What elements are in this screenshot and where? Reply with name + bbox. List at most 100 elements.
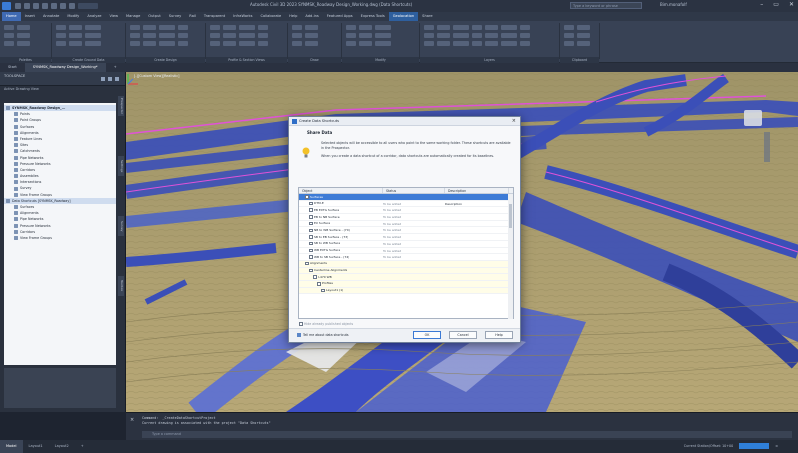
grid-cell-description[interactable] — [445, 254, 505, 260]
ribbon-tool-button[interactable] — [223, 25, 236, 30]
save-as-icon[interactable] — [42, 3, 48, 9]
ribbon-tool-button[interactable] — [4, 25, 14, 30]
add-layout-button[interactable]: + — [75, 440, 90, 453]
ribbon-tool-button[interactable] — [178, 41, 188, 46]
minimize-button[interactable]: – — [760, 1, 763, 8]
grid-row[interactable]: WB EXTG Surface To be added — [299, 248, 513, 255]
ribbon-tool-button[interactable] — [577, 41, 590, 46]
row-checkbox[interactable] — [305, 261, 309, 266]
layout-tab-layout1[interactable]: Layout1 — [23, 440, 49, 453]
toolspace-view-selector[interactable]: Active Drawing View — [0, 86, 125, 92]
ribbon-tool-button[interactable] — [17, 33, 30, 38]
ribbon-tool-button[interactable] — [564, 25, 574, 30]
row-checkbox[interactable] — [317, 282, 321, 286]
grid-cell-description[interactable] — [445, 248, 505, 254]
new-icon[interactable] — [15, 3, 21, 9]
ribbon-tool-button[interactable] — [485, 33, 498, 38]
row-checkbox[interactable] — [309, 255, 313, 259]
ribbon-tool-button[interactable] — [4, 33, 14, 38]
ribbon-tool-button[interactable] — [69, 33, 82, 38]
user-name[interactable]: Bim.monafolf — [660, 2, 687, 7]
undo-icon[interactable] — [60, 3, 66, 9]
ribbon-tool-button[interactable] — [223, 41, 236, 46]
grid-row[interactable]: Centerline Alignments — [299, 267, 513, 275]
layout-tab-model[interactable]: Model — [0, 440, 23, 453]
tree-item-view-frame-groups[interactable]: View Frame Groups — [4, 235, 116, 241]
ribbon-tool-button[interactable] — [258, 33, 268, 38]
ribbon-tool-button[interactable] — [239, 41, 255, 46]
ribbon-tool-button[interactable] — [520, 33, 530, 38]
tab-rail[interactable]: Rail — [185, 12, 200, 21]
grid-row[interactable]: SB to WB Surface To be added — [299, 241, 513, 248]
tab-express-tools[interactable]: Express Tools — [357, 12, 389, 21]
tab-modify[interactable]: Modify — [63, 12, 83, 21]
ribbon-tool-button[interactable] — [159, 33, 175, 38]
row-checkbox[interactable] — [309, 235, 313, 239]
grid-cell-description[interactable] — [445, 207, 505, 213]
ribbon-tool-button[interactable] — [501, 41, 517, 46]
tab-annotate[interactable]: Annotate — [39, 12, 63, 21]
ribbon-tool-button[interactable] — [210, 33, 220, 38]
grid-row[interactable]: Surfaces — [299, 194, 513, 201]
ribbon-tool-button[interactable] — [520, 41, 530, 46]
ribbon-tool-button[interactable] — [453, 41, 469, 46]
help-button[interactable]: Help — [485, 331, 513, 339]
command-line-close-icon[interactable]: × — [130, 417, 134, 423]
ribbon-tool-button[interactable] — [130, 25, 140, 30]
grid-cell-description[interactable] — [445, 274, 505, 280]
ribbon-tool-button[interactable] — [375, 41, 391, 46]
navigation-bar[interactable] — [764, 132, 770, 162]
row-checkbox[interactable] — [309, 201, 313, 206]
ribbon-tool-button[interactable] — [292, 25, 302, 30]
tab-view[interactable]: View — [105, 12, 122, 21]
ribbon-tool-button[interactable] — [85, 41, 101, 46]
ribbon-tool-button[interactable] — [143, 41, 156, 46]
tab-featured-apps[interactable]: Featured Apps — [323, 12, 357, 21]
grid-cell-description[interactable] — [445, 261, 505, 267]
ribbon-tool-button[interactable] — [143, 33, 156, 38]
row-checkbox[interactable] — [321, 288, 325, 293]
row-checkbox[interactable] — [309, 241, 313, 246]
data-shortcuts-help-link[interactable]: Tell me about data shortcuts — [297, 333, 349, 337]
grid-row[interactable]: SB to EB Surface - (73) To be added — [299, 234, 513, 241]
side-tab-toolbox[interactable]: Toolbox — [118, 276, 124, 296]
ribbon-tool-button[interactable] — [485, 25, 498, 30]
ribbon-tool-button[interactable] — [159, 25, 175, 30]
status-toggle[interactable] — [739, 443, 770, 449]
ribbon-tool-button[interactable] — [239, 33, 255, 38]
cancel-button[interactable]: Cancel — [449, 331, 477, 339]
column-header-status[interactable]: Status — [383, 188, 445, 193]
search-input[interactable]: Type a keyword or phrase — [570, 2, 642, 9]
ribbon-tool-button[interactable] — [577, 25, 590, 30]
ribbon-tool-button[interactable] — [69, 25, 82, 30]
grid-cell-description[interactable] — [445, 288, 505, 294]
grid-cell-description[interactable] — [445, 221, 505, 227]
save-icon[interactable] — [33, 3, 39, 9]
ribbon-tool-button[interactable] — [17, 25, 30, 30]
column-header-description[interactable]: Description — [445, 188, 509, 193]
grid-cell-description[interactable] — [445, 214, 505, 220]
grid-row[interactable]: EX Surface To be added — [299, 221, 513, 228]
grid-cell-description[interactable] — [445, 268, 505, 274]
new-tab-button[interactable]: + — [106, 63, 125, 72]
ribbon-tool-button[interactable] — [375, 33, 391, 38]
tab-collaborate[interactable]: Collaborate — [256, 12, 285, 21]
ribbon-tool-button[interactable] — [437, 25, 450, 30]
ribbon-tool-button[interactable] — [159, 41, 175, 46]
ribbon-tool-button[interactable] — [178, 33, 188, 38]
plot-icon[interactable] — [51, 3, 57, 9]
ribbon-tool-button[interactable] — [424, 41, 434, 46]
ribbon-tool-button[interactable] — [359, 25, 372, 30]
ribbon-tool-button[interactable] — [564, 41, 574, 46]
ribbon-tool-button[interactable] — [501, 25, 517, 30]
ribbon-tool-button[interactable] — [178, 25, 188, 30]
maximize-button[interactable]: ▭ — [773, 1, 779, 8]
grid-cell-description[interactable] — [445, 281, 505, 287]
ribbon-tool-button[interactable] — [577, 33, 590, 38]
grid-cell-description[interactable] — [445, 227, 505, 233]
status-menu-icon[interactable]: ≡ — [775, 444, 778, 448]
dialog-close-icon[interactable]: × — [512, 117, 516, 126]
ribbon-tool-button[interactable] — [375, 25, 391, 30]
grid-row[interactable]: DTM-E To be added Description — [299, 201, 513, 208]
workspace-icon[interactable] — [78, 3, 98, 9]
